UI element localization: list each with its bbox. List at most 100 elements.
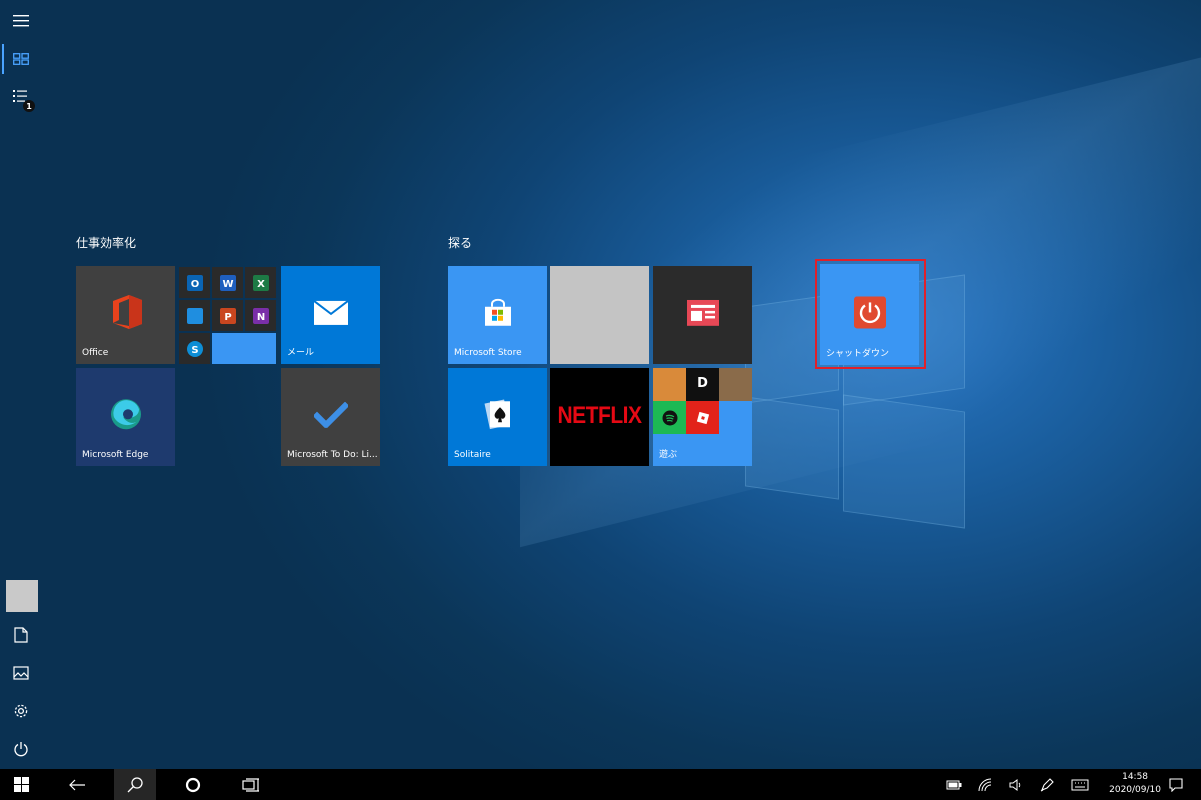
documents-button[interactable] xyxy=(0,616,42,654)
windows-logo-icon xyxy=(13,777,29,792)
folder-app-onedrive xyxy=(179,300,210,331)
folder-app-word: W xyxy=(212,267,243,298)
cortana-icon xyxy=(185,777,201,792)
battery-button[interactable] xyxy=(941,769,967,800)
onedrive-icon xyxy=(186,307,203,324)
network-button[interactable] xyxy=(972,769,998,800)
folder-app-spotify xyxy=(653,401,686,434)
edge-icon xyxy=(110,399,141,430)
back-button[interactable] xyxy=(56,769,98,800)
task-view-icon xyxy=(242,777,259,792)
skype-icon: S xyxy=(186,340,203,357)
tile-edge-label: Microsoft Edge xyxy=(82,450,149,460)
tile-mail[interactable]: メール xyxy=(281,266,380,364)
powerpoint-letter: P xyxy=(224,312,231,323)
todo-check-icon xyxy=(313,401,348,428)
tile-news[interactable] xyxy=(653,266,752,364)
pen-workspace-button[interactable] xyxy=(1034,769,1060,800)
store-bag-icon xyxy=(484,298,511,326)
tile-solitaire-label: Solitaire xyxy=(454,450,491,460)
cortana-button[interactable] xyxy=(172,769,214,800)
office-icon xyxy=(112,294,142,329)
tile-netflix[interactable]: NETFLIX xyxy=(550,368,649,466)
volume-button[interactable] xyxy=(1003,769,1029,800)
notification-badge: 1 xyxy=(23,100,35,112)
start-left-rail: 1 xyxy=(0,0,42,769)
taskbar-clock[interactable]: 14:58 2020/09/10 xyxy=(1109,771,1161,797)
tile-folder-play[interactable]: D 遊ぶ xyxy=(653,368,752,466)
dolby-letter: D xyxy=(697,376,708,391)
tile-todo[interactable]: Microsoft To Do: Li... xyxy=(281,368,380,466)
all-apps-button[interactable]: 1 xyxy=(0,78,42,116)
folder-app-roblox xyxy=(686,401,719,434)
pen-icon xyxy=(1040,777,1054,791)
folder-app-powerpoint: P xyxy=(212,300,243,331)
folder-empty-slot xyxy=(212,333,276,364)
outlook-icon: O xyxy=(186,274,203,291)
start-button[interactable] xyxy=(0,769,42,800)
news-icon xyxy=(686,299,719,326)
touch-keyboard-button[interactable] xyxy=(1066,769,1094,800)
group-title-productivity[interactable]: 仕事効率化 xyxy=(76,234,136,251)
tile-todo-label: Microsoft To Do: Li... xyxy=(287,450,378,460)
pictures-button[interactable] xyxy=(0,654,42,692)
keyboard-icon xyxy=(1071,779,1089,790)
hamburger-icon xyxy=(13,15,29,27)
excel-letter: X xyxy=(257,279,265,290)
user-avatar[interactable] xyxy=(6,580,38,612)
spotify-icon xyxy=(662,410,677,425)
power-icon xyxy=(14,742,28,757)
folder-app-outlook: O xyxy=(179,267,210,298)
tile-blank[interactable] xyxy=(550,266,649,364)
roblox-icon xyxy=(696,411,709,424)
tile-mail-label: メール xyxy=(287,348,315,358)
skype-letter: S xyxy=(191,345,198,356)
group-title-explore[interactable]: 探る xyxy=(448,234,472,251)
search-icon xyxy=(127,776,143,792)
search-button[interactable] xyxy=(114,769,156,800)
speaker-icon xyxy=(1009,778,1021,791)
document-icon xyxy=(14,627,28,643)
tile-microsoft-store[interactable]: Microsoft Store xyxy=(448,266,547,364)
wallpaper-logo-pane xyxy=(745,396,839,500)
clock-date: 2020/09/10 xyxy=(1109,785,1161,795)
picture-icon xyxy=(13,666,29,680)
tile-office-label: Office xyxy=(82,348,109,358)
tile-folder-office-apps[interactable]: O W X P N S xyxy=(178,266,277,364)
word-icon: W xyxy=(219,274,236,291)
onenote-letter: N xyxy=(256,312,264,323)
onenote-icon: N xyxy=(252,307,269,324)
tile-play-label: 遊ぶ xyxy=(659,450,678,460)
gear-icon xyxy=(14,704,28,718)
folder-app-onenote: N xyxy=(245,300,276,331)
tile-office[interactable]: Office xyxy=(76,266,175,364)
pinned-tiles-button[interactable] xyxy=(0,40,42,78)
netflix-wordmark: NETFLIX xyxy=(557,402,643,429)
power-button[interactable] xyxy=(0,730,42,768)
powerpoint-icon: P xyxy=(219,307,236,324)
tile-edge[interactable]: Microsoft Edge xyxy=(76,368,175,466)
expand-menu-button[interactable] xyxy=(0,2,42,40)
wifi-icon xyxy=(978,778,992,791)
wallpaper-logo-pane xyxy=(843,394,965,529)
tile-solitaire[interactable]: Solitaire xyxy=(448,368,547,466)
folder-app-dolby: D xyxy=(686,368,719,401)
task-view-button[interactable] xyxy=(230,769,272,800)
folder-app-candy-crush xyxy=(653,368,686,401)
action-center-button[interactable] xyxy=(1163,769,1189,800)
tiles-icon xyxy=(13,53,29,65)
notification-icon xyxy=(1169,777,1183,792)
battery-icon xyxy=(946,780,962,789)
tile-store-label: Microsoft Store xyxy=(454,348,522,358)
back-arrow-icon xyxy=(69,779,85,790)
mail-icon xyxy=(312,300,349,325)
clock-time: 14:58 xyxy=(1122,772,1149,782)
settings-button[interactable] xyxy=(0,692,42,730)
outlook-letter: O xyxy=(190,279,199,290)
selection-highlight xyxy=(815,259,926,369)
excel-icon: X xyxy=(252,274,269,291)
spade-cards-icon xyxy=(484,399,510,430)
taskbar: 14:58 2020/09/10 xyxy=(0,769,1201,800)
word-letter: W xyxy=(222,279,233,290)
folder-app-strategy-game xyxy=(719,368,752,401)
